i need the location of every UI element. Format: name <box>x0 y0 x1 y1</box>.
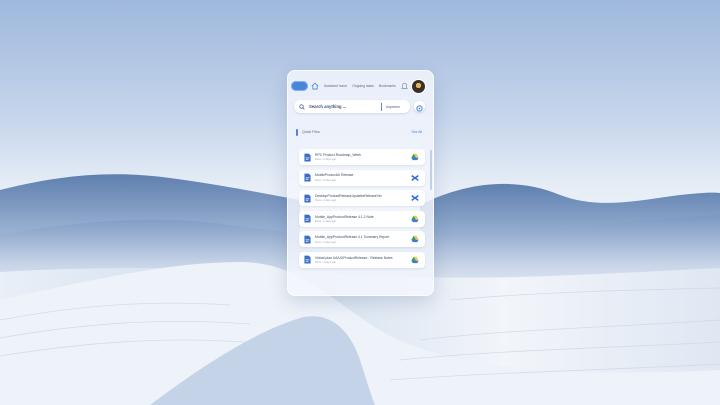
confluence-icon <box>411 174 419 181</box>
home-icon[interactable] <box>311 82 319 90</box>
search-divider <box>380 102 382 111</box>
file-name: MobileProductUI Release <box>315 173 354 178</box>
file-name: Mobile_AppProductRelease 4.1 Summary Rep… <box>315 235 390 240</box>
see-all-link[interactable]: See All <box>411 130 422 134</box>
document-icon <box>304 173 311 182</box>
list-scrollbar[interactable] <box>430 150 432 190</box>
sparkle-icon <box>416 105 423 112</box>
file-name: Virtual plan UA/UXProductRelease - Relea… <box>315 255 393 260</box>
search-scope-dropdown[interactable]: Anywhere <box>386 105 400 109</box>
quick-files-title: Quick Files <box>302 130 320 134</box>
nav-bookmarks[interactable]: Bookmarks <box>379 84 396 88</box>
panel-topbar: Assistant home Ongoing tasks Bookmarks <box>290 76 431 96</box>
file-meta: Docs • 2 days ago <box>315 220 336 224</box>
file-meta: Docs • 2 days ago <box>315 199 336 203</box>
section-accent <box>296 128 298 136</box>
google-drive-icon <box>411 256 419 264</box>
filter-button[interactable] <box>414 101 425 112</box>
quick-files-header: Quick Files See All <box>296 128 422 136</box>
google-drive-icon <box>411 153 419 161</box>
list-item[interactable]: DesktopProductReleaseUpdatesReleaseVer D… <box>299 190 425 207</box>
assistant-panel: Assistant home Ongoing tasks Bookmarks S… <box>287 70 434 296</box>
assistant-toggle[interactable] <box>291 81 308 91</box>
list-item[interactable]: RPC Product Roadmap_Week Docs • 2 days a… <box>299 149 425 165</box>
list-item[interactable]: Mobile_AppProductRelease 4.1.2 Note Docs… <box>299 210 425 227</box>
user-avatar[interactable] <box>411 79 425 93</box>
file-meta: Docs • 2 days ago <box>315 178 336 182</box>
confluence-icon <box>411 195 419 202</box>
list-item[interactable]: Virtual plan UA/UXProductRelease - Relea… <box>299 251 425 268</box>
file-name: Mobile_AppProductRelease 4.1.2 Note <box>315 214 374 219</box>
search-icon <box>299 103 305 110</box>
bell-icon[interactable] <box>400 82 408 90</box>
quick-files-list: RPC Product Roadmap_Week Docs • 2 days a… <box>299 149 425 273</box>
document-icon <box>304 214 311 223</box>
document-icon <box>304 235 311 244</box>
nav-assistant-home[interactable]: Assistant home <box>324 84 347 88</box>
file-meta: Docs • 2 days ago <box>315 261 336 265</box>
search-bar[interactable]: Search anything ... Anywhere <box>294 100 410 113</box>
google-drive-icon <box>411 236 419 243</box>
nav-ongoing-tasks[interactable]: Ongoing tasks <box>352 84 374 88</box>
file-meta: Docs • 2 days ago <box>315 158 336 162</box>
list-item[interactable]: Mobile_AppProductRelease 4.1 Summary Rep… <box>299 231 425 248</box>
search-input[interactable]: Search anything ... <box>309 104 346 109</box>
file-name: DesktopProductReleaseUpdatesReleaseVer <box>315 193 382 198</box>
file-name: RPC Product Roadmap_Week <box>315 152 361 157</box>
google-drive-icon <box>411 215 419 222</box>
document-icon <box>304 256 311 264</box>
document-icon <box>304 153 311 161</box>
file-meta: Docs • 2 days ago <box>315 240 336 244</box>
document-icon <box>304 194 311 203</box>
list-item[interactable]: MobileProductUI Release Docs • 2 days ag… <box>299 169 425 186</box>
